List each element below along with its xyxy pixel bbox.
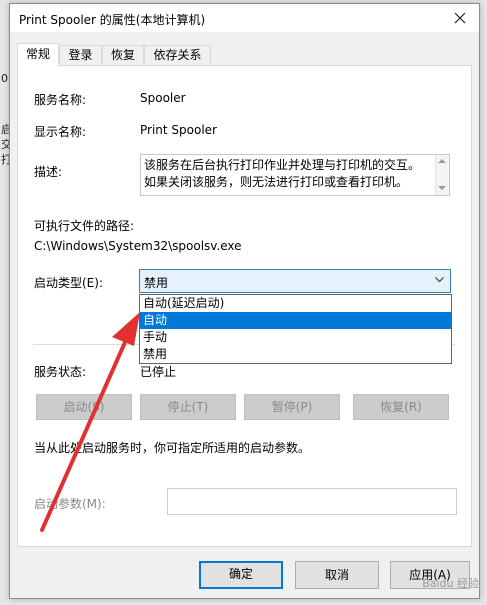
startup-type-select[interactable]: 禁用 — [139, 269, 451, 293]
service-status-value: 已停止 — [140, 365, 177, 379]
properties-dialog: Print Spooler 的属性(本地计算机) 常规 登录 恢复 依存关系 服… — [9, 3, 480, 599]
service-status-label: 服务状态: — [34, 365, 87, 379]
tab-general[interactable]: 常规 — [17, 43, 59, 66]
close-button[interactable] — [441, 4, 479, 32]
startup-type-dropdown: 自动(延迟启动) 自动 手动 禁用 — [139, 294, 452, 364]
background-text-fragment: 0 — [1, 72, 8, 85]
display-name-value: Print Spooler — [140, 123, 217, 137]
path-value: C:\Windows\System32\spoolsv.exe — [34, 239, 242, 253]
start-params-input[interactable] — [167, 488, 457, 515]
start-params-label: 启动参数(M): — [34, 497, 106, 511]
description-text: 该服务在后台执行打印作业并处理与打印机的交互。如果关闭该服务，则无法进行打印或查… — [144, 158, 421, 189]
scroll-up-icon[interactable] — [438, 159, 446, 163]
service-name-label: 服务名称: — [34, 93, 87, 107]
chevron-down-icon — [435, 277, 444, 283]
startup-option-auto[interactable]: 自动 — [140, 312, 451, 329]
tab-recovery[interactable]: 恢复 — [102, 45, 144, 64]
cancel-button[interactable]: 取消 — [295, 561, 379, 589]
start-params-hint: 当从此处启动服务时，你可指定所适用的启动参数。 — [34, 441, 311, 455]
scroll-down-icon[interactable] — [438, 186, 446, 190]
ok-button[interactable]: 确定 — [199, 561, 283, 589]
startup-option-auto-delayed[interactable]: 自动(延迟启动) — [140, 295, 451, 312]
pause-button[interactable]: 暂停(P) — [244, 394, 340, 420]
start-button[interactable]: 启动(S) — [36, 394, 132, 420]
description-box[interactable]: 该服务在后台执行打印作业并处理与打印机的交互。如果关闭该服务，则无法进行打印或查… — [140, 154, 450, 196]
path-label: 可执行文件的路径: — [34, 219, 135, 233]
general-panel: 服务名称: Spooler 显示名称: Print Spooler 描述: 该服… — [17, 65, 472, 547]
stop-button[interactable]: 停止(T) — [140, 394, 236, 420]
resume-button[interactable]: 恢复(R) — [353, 394, 449, 420]
startup-type-value: 禁用 — [144, 276, 169, 290]
description-scrollbar[interactable] — [435, 155, 449, 195]
watermark-logo: Baidu 经验 — [422, 577, 479, 590]
tab-logon[interactable]: 登录 — [59, 45, 102, 64]
close-icon — [454, 12, 466, 24]
description-label: 描述: — [34, 165, 63, 179]
startup-option-manual[interactable]: 手动 — [140, 329, 451, 346]
window-title: Print Spooler 的属性(本地计算机) — [19, 13, 206, 27]
title-bar: Print Spooler 的属性(本地计算机) — [10, 4, 479, 32]
startup-type-label: 启动类型(E): — [34, 276, 103, 290]
tab-dependencies[interactable]: 依存关系 — [144, 45, 211, 64]
service-name-value: Spooler — [140, 91, 186, 105]
display-name-label: 显示名称: — [34, 125, 87, 139]
startup-option-disabled[interactable]: 禁用 — [140, 346, 451, 363]
